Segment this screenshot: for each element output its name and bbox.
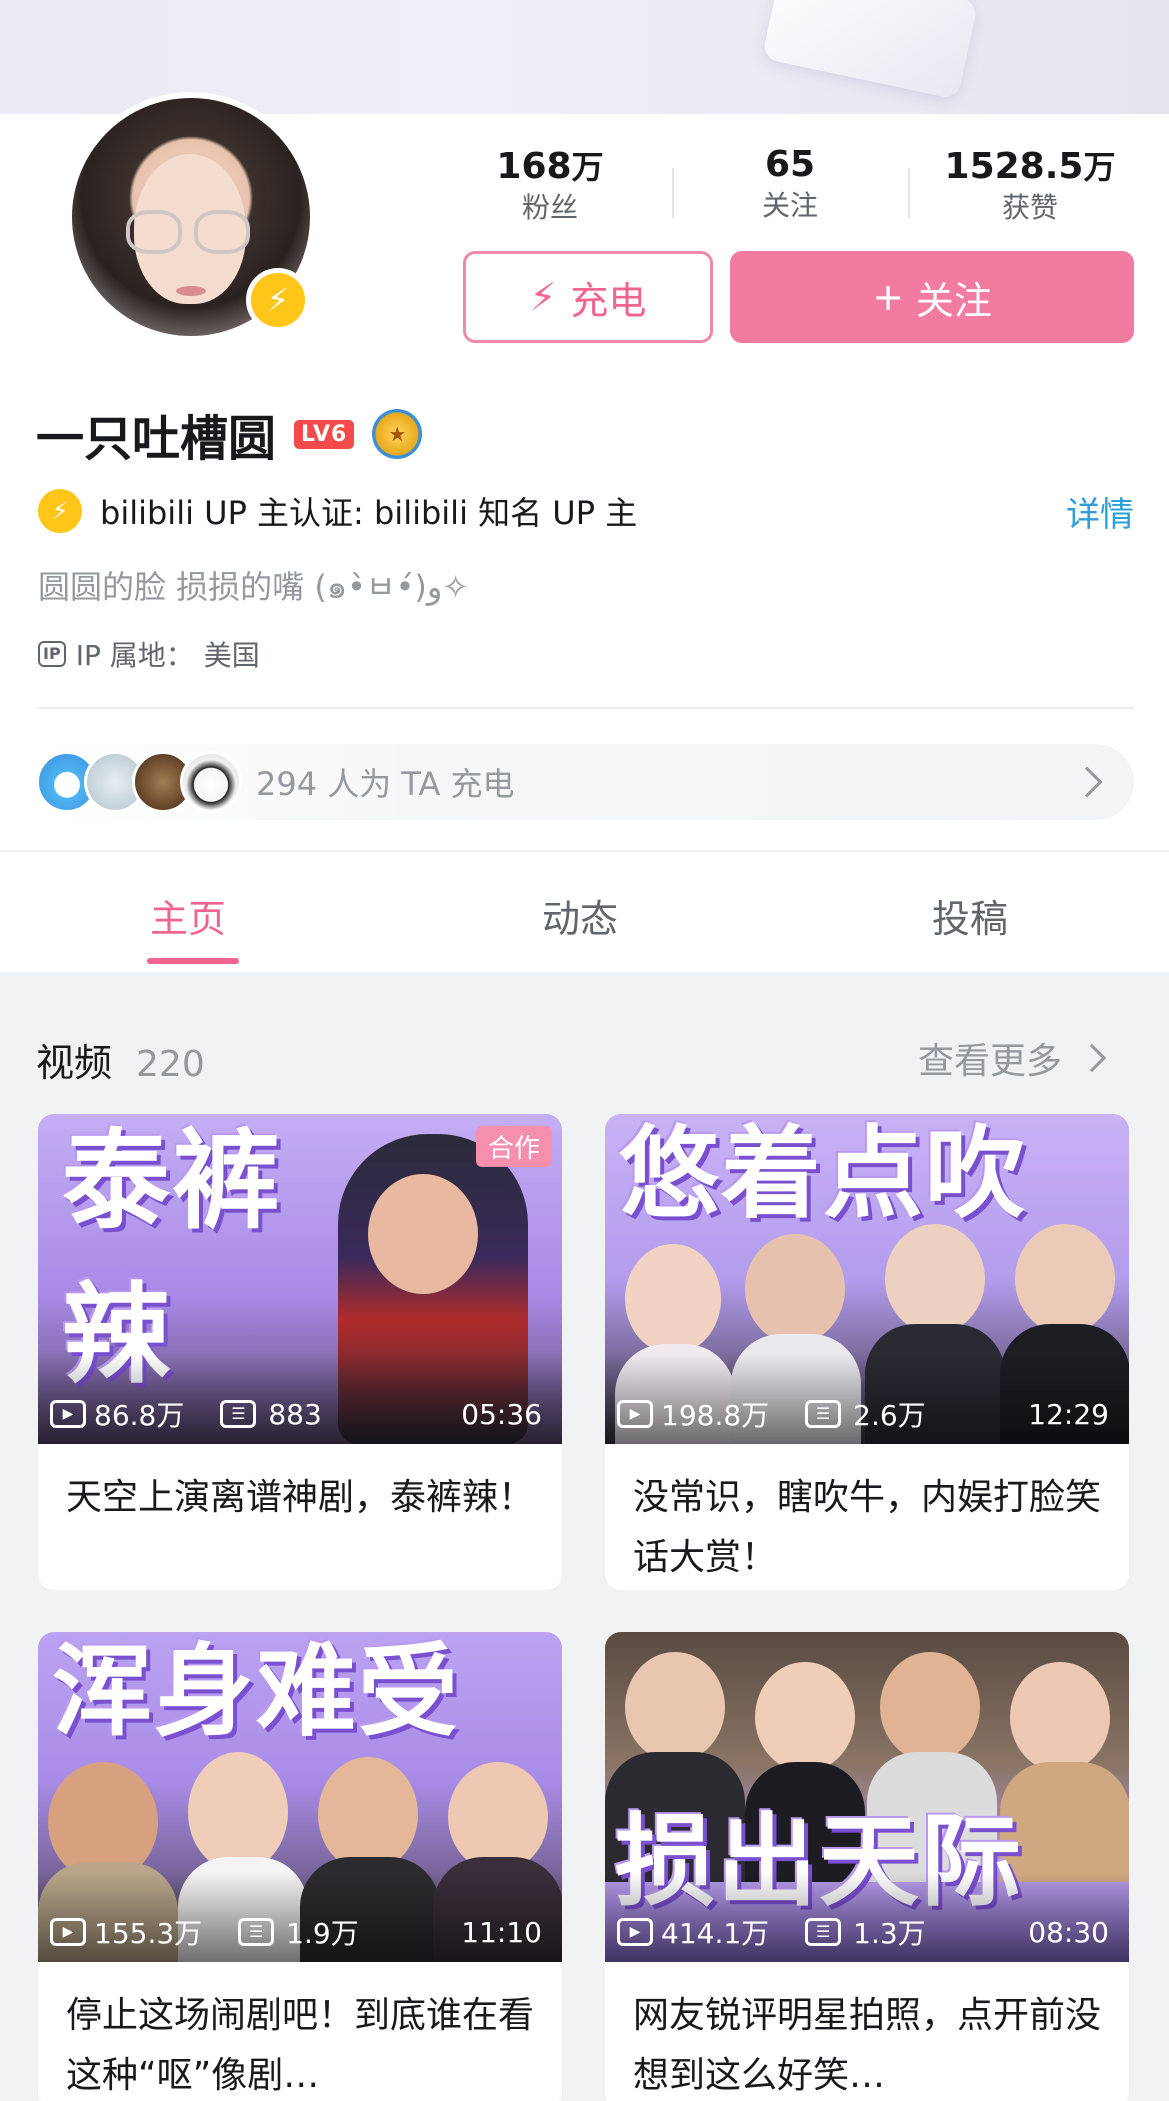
stat-unit: 万 [1083,148,1116,186]
stat-value: 1528.5 [944,146,1084,187]
follow-button[interactable]: + 关注 [730,251,1134,343]
play-icon: ▶ [617,1400,653,1428]
banner-decoration [761,0,979,100]
play-icon: ▶ [50,1918,86,1946]
video-thumbnail: 泰裤 辣 合作 ▶ 86.8万 ☰ 883 05:36 [38,1114,562,1444]
divider [36,707,1134,709]
duration: 11:10 [461,1915,542,1949]
danmaku-count: 1.3万 [853,1917,926,1950]
charge-button-label: 充电 [570,278,647,323]
stat-unit: 万 [571,148,604,186]
video-card[interactable]: 浑身难受 ▶ 155.3万 ☰ 1.9万 11:10 停止这场闹剧吧！到底谁在看… [38,1632,562,2101]
danmaku-icon: ☰ [238,1918,275,1946]
charge-summary: 294 人为 TA 充电 [256,765,515,803]
video-title: 天空上演离谱神剧，泰裤辣！ [66,1477,535,1518]
view-count: 414.1万 [661,1917,770,1950]
stats-bar: 168万 粉丝 65 关注 1528.5万 获赞 [430,142,1150,252]
stat-label: 粉丝 [521,191,578,224]
lightning-icon: ⚡ [529,275,557,319]
section-title-label: 视频 [36,1041,113,1085]
see-more-link[interactable]: 查看更多 [918,1032,1107,1084]
video-card[interactable]: 悠着点吹 ▶ 198.8万 ☰ 2.6万 12:29 没常识，瞎吹牛，内娱打脸笑… [605,1114,1129,1590]
thumbnail-text: 悠着点吹 [619,1115,1027,1232]
videos-section: 视频 220 查看更多 泰裤 辣 合作 ▶ 86.8万 ☰ 883 05:36 … [0,972,1169,2101]
stat-label: 获赞 [1001,191,1058,224]
view-count: 86.8万 [94,1399,185,1432]
name-row: 一只吐槽圆 LV6 ★ [36,402,423,467]
verification-row: ⚡ bilibili UP 主认证: bilibili 知名 UP 主 详情 [38,486,1134,536]
thumbnail-text: 泰裤 [62,1119,283,1244]
video-thumbnail: 浑身难受 ▶ 155.3万 ☰ 1.9万 11:10 [38,1632,562,1962]
video-card[interactable]: 泰裤 辣 合作 ▶ 86.8万 ☰ 883 05:36 天空上演离谱神剧，泰裤辣… [38,1114,562,1590]
chevron-right-icon [1077,1043,1107,1073]
medal-icon[interactable]: ★ [372,409,423,459]
avatar[interactable]: ⚡ [66,92,316,342]
profile-header: ⚡ 168万 粉丝 65 关注 1528.5万 获赞 ⚡ 充电 + 关注 一只吐… [0,92,1169,850]
plus-icon: + [872,275,904,319]
charger-avatar [180,751,242,813]
video-title: 停止这场闹剧吧！到底谁在看这种“呕”像剧… [66,1995,535,2096]
duration: 05:36 [461,1397,542,1431]
charge-list-bar[interactable]: 294 人为 TA 充电 [36,744,1134,820]
video-thumbnail: 损出天际 ▶ 414.1万 ☰ 1.3万 08:30 [605,1632,1129,1962]
stat-value: 168 [496,146,572,187]
detail-link[interactable]: 详情 [1066,487,1134,536]
video-thumbnail: 悠着点吹 ▶ 198.8万 ☰ 2.6万 12:29 [605,1114,1129,1444]
ip-location: IP IP 属地： 美国 [38,634,260,674]
tab-dynamics[interactable]: 动态 [542,888,618,943]
video-title: 网友锐评明星拍照，点开前没想到这么好笑… [633,1995,1102,2096]
thumbnail-text: 浑身难受 [52,1633,460,1750]
video-stats: ▶ 414.1万 ☰ 1.3万 08:30 [617,1912,1117,1952]
tab-bar: 主页 动态 投稿 [0,850,1169,972]
play-icon: ▶ [50,1400,86,1428]
section-title: 视频 220 [36,1032,205,1087]
follow-button-label: 关注 [915,278,992,323]
stat-fans[interactable]: 168万 粉丝 [430,142,670,252]
stat-following[interactable]: 65 关注 [670,142,910,252]
duration: 12:29 [1028,1397,1109,1431]
chevron-right-icon [1071,766,1103,798]
tab-indicator [147,958,239,964]
danmaku-count: 2.6万 [853,1399,926,1432]
video-title: 没常识，瞎吹牛，内娱打脸笑话大赏！ [633,1477,1102,1578]
verified-icon: ⚡ [38,489,82,533]
video-stats: ▶ 198.8万 ☰ 2.6万 12:29 [617,1394,1117,1434]
danmaku-icon: ☰ [805,1400,842,1428]
video-card[interactable]: 损出天际 ▶ 414.1万 ☰ 1.3万 08:30 网友锐评明星拍照，点开前没… [605,1632,1129,2101]
video-stats: ▶ 155.3万 ☰ 1.9万 11:10 [50,1912,550,1952]
charge-button[interactable]: ⚡ 充电 [463,251,713,343]
tab-home[interactable]: 主页 [150,888,226,943]
danmaku-icon: ☰ [220,1400,257,1428]
danmaku-icon: ☰ [805,1918,842,1946]
view-count: 155.3万 [94,1917,203,1950]
ip-icon: IP [38,641,66,667]
signature: 圆圆的脸 损损的嘴 (๑•̀ㅂ•́)و✧ [38,568,470,606]
lightning-icon: ⚡ [246,268,310,332]
stat-value: 65 [764,144,816,185]
ip-value: 美国 [203,639,260,672]
ip-label: IP 属地： [75,639,194,672]
play-icon: ▶ [617,1918,653,1946]
danmaku-count: 1.9万 [286,1917,359,1950]
stat-likes[interactable]: 1528.5万 获赞 [910,142,1150,252]
duration: 08:30 [1028,1915,1109,1949]
stat-label: 关注 [761,189,818,222]
see-more-label: 查看更多 [918,1041,1063,1082]
level-badge: LV6 [294,419,355,449]
view-count: 198.8万 [661,1399,770,1432]
coop-badge: 合作 [475,1126,552,1167]
user-name: 一只吐槽圆 [36,411,277,467]
danmaku-count: 883 [268,1397,322,1431]
video-count: 220 [136,1044,205,1085]
tab-uploads[interactable]: 投稿 [932,888,1008,943]
video-stats: ▶ 86.8万 ☰ 883 05:36 [50,1394,550,1434]
verification-text: bilibili UP 主认证: bilibili 知名 UP 主 [100,494,638,532]
